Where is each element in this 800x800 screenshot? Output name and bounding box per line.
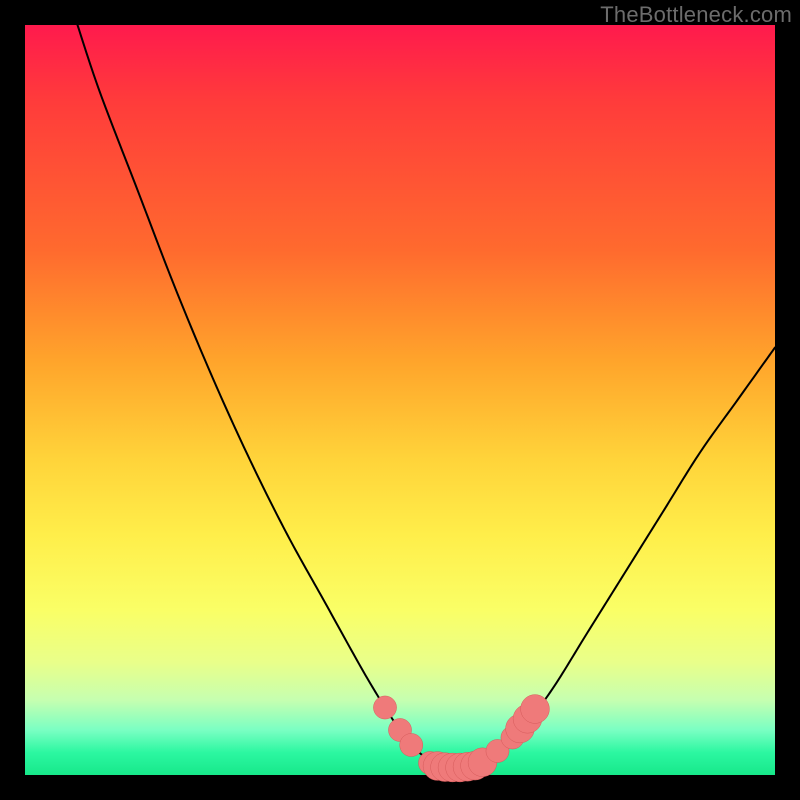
plot-area (25, 25, 775, 775)
outer-frame: TheBottleneck.com (0, 0, 800, 800)
curve-marker (373, 696, 396, 719)
bottleneck-curve (78, 25, 776, 768)
curve-marker (400, 733, 423, 756)
watermark-text: TheBottleneck.com (600, 2, 792, 28)
curve-markers (373, 695, 549, 782)
curve-marker (521, 695, 550, 724)
chart-svg (25, 25, 775, 775)
